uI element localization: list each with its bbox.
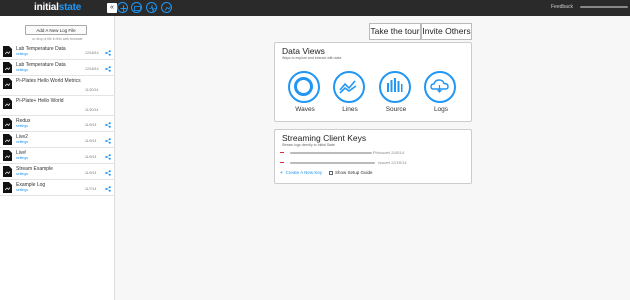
log-settings-link[interactable]: settings [16,140,28,144]
log-date: 11/9/14 [85,139,97,143]
share-icon[interactable] [105,170,111,176]
log-date: 12/18/14 [85,51,99,55]
collapse-sidebar-button[interactable]: « [107,3,117,13]
delete-key-button[interactable] [280,152,284,154]
top-navigation-bar: initialstate « Feedback [0,0,630,16]
plus-icon: + [280,170,283,175]
share-icon[interactable] [105,122,111,128]
logs-button[interactable] [424,71,456,103]
key-row: Issued 12/18/14 [280,160,470,166]
data-views-title: Data Views [282,46,325,56]
setup-guide-label: Show Setup Guide [335,170,373,175]
file-icon [3,78,12,89]
key-row: Fh Issued 11/8/14 [280,150,470,156]
key-suffix: Fh [373,150,378,155]
log-item[interactable]: Lab Temperature Data settings 12/18/14 [0,60,115,76]
create-key-label: Create A New Key [285,170,323,175]
share-icon[interactable] [105,50,111,56]
key-issued-date: Issued 11/8/14 [378,150,404,155]
create-key-link[interactable]: + Create A New Key [280,170,322,175]
log-date: 11/9/14 [85,155,97,159]
log-name[interactable]: Pi-Plates Hello World Metrics [16,78,81,84]
view-label: Waves [295,106,315,113]
log-date: 12/18/14 [85,67,99,71]
key-issued-date: Issued 12/18/14 [378,160,407,165]
feedback-link[interactable]: Feedback [551,4,573,10]
streaming-keys-card: Streaming Client Keys Stream logs direct… [274,129,472,184]
log-item[interactable]: Stream Example settings 11/9/14 [0,164,115,180]
add-log-file-button[interactable]: Add A New Log File [25,25,87,35]
setup-guide-checkbox[interactable]: Show Setup Guide [329,170,373,175]
checkbox-icon[interactable] [329,170,333,175]
waves-icon [294,77,313,96]
log-item[interactable]: Live2 settings 11/9/14 [0,132,115,148]
share-icon[interactable] [105,138,111,144]
log-settings-link[interactable]: settings [16,188,28,192]
user-account-menu[interactable] [580,6,628,8]
share-icon[interactable] [105,66,111,72]
file-icon [3,134,12,145]
file-icon [3,150,12,161]
file-icon [3,98,12,109]
log-date: 11/9/14 [85,171,97,175]
tile-button[interactable] [161,2,172,13]
view-label: Source [385,106,407,113]
log-settings-link[interactable]: settings [16,68,28,72]
drop-file-hint: or drop a file in this web browser [32,37,83,41]
plus-icon [120,5,127,12]
key-value[interactable] [290,152,372,154]
source-button[interactable] [379,71,411,103]
file-icon [3,118,12,129]
file-icon [3,166,12,177]
log-settings-link[interactable]: settings [16,52,28,56]
logo-text-initial: initial [34,2,59,13]
source-icon [387,78,403,92]
log-item[interactable]: Lab Temperature Data settings 12/18/14 [0,44,115,60]
log-date: 11/9/14 [85,123,97,127]
file-icon [3,62,12,73]
streaming-keys-subtitle: Stream logs directly to Initial State [282,143,335,147]
view-label: Logs [433,106,449,113]
lines-icon [339,80,357,94]
add-button[interactable] [117,2,128,13]
waveform-icon [149,4,156,13]
share-icon[interactable] [105,154,111,160]
data-views-subtitle: Ways to explore and interact with data [282,56,342,60]
log-item[interactable]: Example Log settings 11/7/14 [0,180,115,196]
log-sidebar: Add A New Log File or drop a file in thi… [0,16,115,300]
log-item[interactable]: Live! settings 11/9/14 [0,148,115,164]
log-settings-link[interactable]: settings [16,156,28,160]
log-settings-link[interactable]: settings [16,124,28,128]
waveform-button[interactable] [146,2,157,13]
log-list: Lab Temperature Data settings 12/18/14 L… [0,44,115,196]
dashboard-icon [134,6,141,11]
log-date: 11/20/14 [85,108,99,112]
log-item[interactable]: Pi-Plate+ Hello World 11/20/14 [0,96,115,116]
dashboard-button[interactable] [131,2,142,13]
data-views-card: Data Views Ways to explore and interact … [274,42,472,122]
streaming-keys-title: Streaming Client Keys [282,133,367,143]
share-icon[interactable] [105,186,111,192]
logs-icon [430,79,449,93]
log-date: 11/20/14 [85,88,99,92]
tile-icon [164,6,171,11]
view-label: Lines [342,106,358,113]
key-value[interactable] [290,162,375,164]
delete-key-button[interactable] [280,162,284,164]
invite-others-button[interactable]: Invite Others [421,23,472,40]
lines-button[interactable] [333,71,365,103]
log-settings-link[interactable]: settings [16,172,28,176]
file-icon [3,182,12,193]
log-name[interactable]: Pi-Plate+ Hello World [16,98,64,104]
waves-button[interactable] [288,71,320,103]
initialstate-logo[interactable]: initialstate [34,2,81,13]
log-item[interactable]: Pi-Plates Hello World Metrics 11/20/14 [0,76,115,96]
file-icon [3,46,12,57]
logo-text-state: state [58,2,82,13]
take-tour-button[interactable]: Take the tour [369,23,421,40]
log-date: 11/7/14 [85,187,97,191]
log-item[interactable]: Redux settings 11/9/14 [0,116,115,132]
